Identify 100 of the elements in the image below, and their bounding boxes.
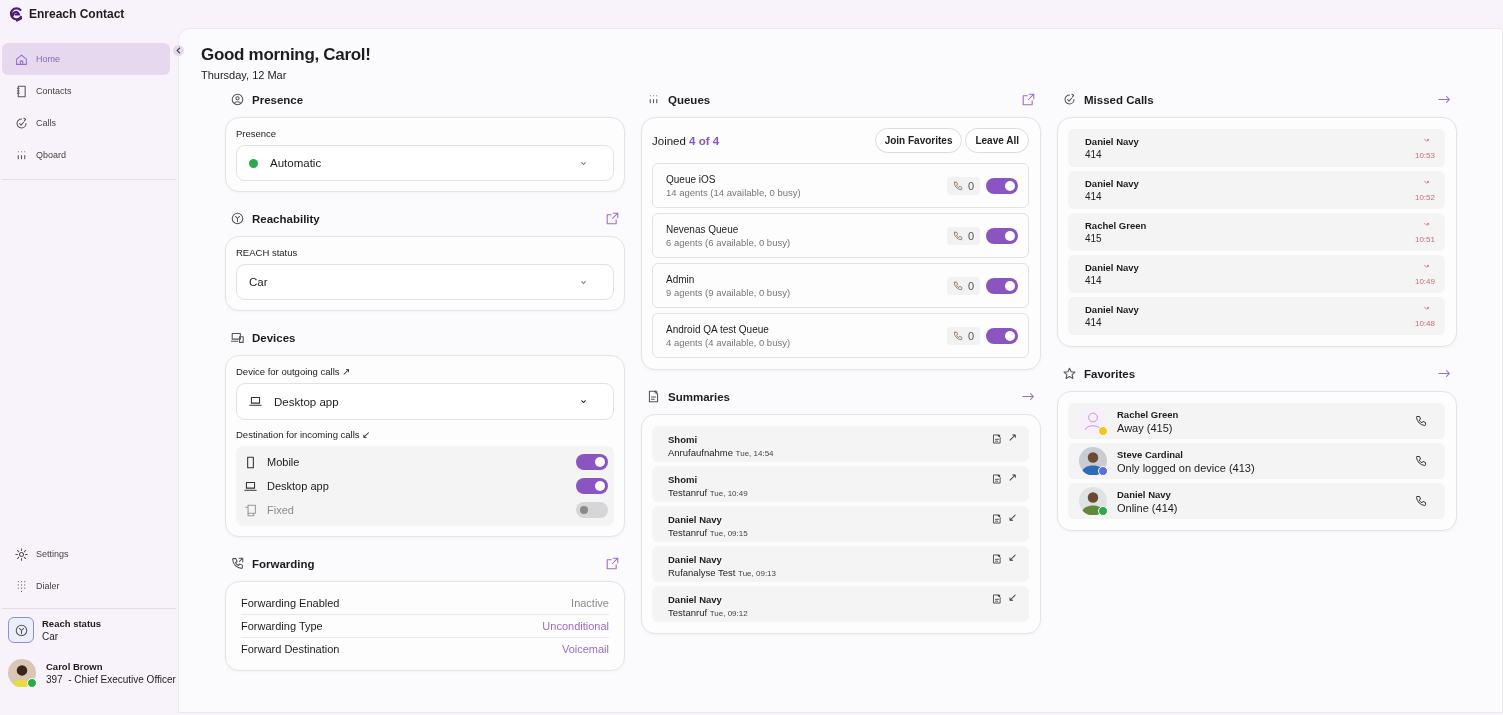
missed-call-row[interactable]: Daniel Navy 414 10:48 xyxy=(1068,297,1445,335)
caller-number: 414 xyxy=(1085,191,1103,202)
missed-call-icon xyxy=(1423,220,1432,229)
queue-agents: 6 agents (6 available, 0 busy) xyxy=(666,236,791,248)
caller-name: Daniel Navy xyxy=(1085,178,1139,189)
summary-name: Daniel Navy xyxy=(668,513,723,525)
summary-row[interactable]: Shomi Testanruf Tue, 10:49 ↗ xyxy=(652,466,1029,502)
collapse-button[interactable] xyxy=(173,45,184,56)
favorite-row[interactable]: Daniel Navy Online (414) xyxy=(1068,483,1445,519)
nav-item[interactable]: Qboard xyxy=(2,139,170,171)
document-icon xyxy=(992,474,1002,484)
summary-subject: Testanruf xyxy=(668,526,708,538)
queue-action-button[interactable]: Join Favorites xyxy=(874,128,963,153)
setting-value: Unconditional xyxy=(542,620,609,632)
setting-label: Forwarding Enabled xyxy=(241,597,340,609)
summary-name: Shomi xyxy=(668,433,699,445)
section-title: Reachability xyxy=(252,212,320,225)
mobile-phone-icon xyxy=(244,455,257,469)
nav-item[interactable]: Settings xyxy=(2,538,170,570)
external-link-icon[interactable] xyxy=(606,557,619,570)
contact-name: Daniel Navy xyxy=(1117,488,1172,500)
arrow-right-icon[interactable] xyxy=(1438,93,1451,106)
calls-icon xyxy=(15,116,28,130)
contact-name: Rachel Green xyxy=(1117,408,1179,420)
user-detail: 397 - Chief Executive Officer xyxy=(46,674,176,685)
document-icon xyxy=(992,594,1002,604)
setting-label: Forwarding Type xyxy=(241,620,323,632)
nav-item[interactable]: Calls xyxy=(2,107,170,139)
nav-item[interactable]: Dialer xyxy=(2,570,170,602)
person-icon xyxy=(231,93,244,106)
section-title: Queues xyxy=(668,93,711,106)
presence-dropdown[interactable]: Automatic xyxy=(236,145,614,181)
section-title: Presence xyxy=(252,93,304,106)
external-link-icon[interactable] xyxy=(606,212,619,225)
toggle-switch[interactable] xyxy=(576,478,608,494)
setting-label: Forward Destination xyxy=(241,643,340,655)
direction-arrow: ↙ xyxy=(1008,511,1017,524)
toggle-switch[interactable] xyxy=(986,177,1018,194)
summary-row[interactable]: Daniel Navy Rufanalyse Test Tue, 09:13 ↙ xyxy=(652,546,1029,582)
missed-call-icon xyxy=(1423,262,1432,271)
star-icon xyxy=(1063,367,1076,380)
missed-call-row[interactable]: Daniel Navy 414 10:49 xyxy=(1068,255,1445,293)
missed-call-row[interactable]: Rachel Green 415 10:51 xyxy=(1068,213,1445,251)
user-name: Carol Brown xyxy=(46,661,104,672)
document-icon xyxy=(992,554,1002,564)
phone-icon[interactable] xyxy=(1415,495,1427,507)
device-dropdown[interactable]: Desktop app xyxy=(236,383,614,420)
arrow-right-icon[interactable] xyxy=(1022,390,1035,403)
caller-number: 414 xyxy=(1085,317,1103,328)
arrow-right-icon[interactable] xyxy=(1438,367,1451,380)
document-icon xyxy=(992,514,1002,524)
missed-call-icon xyxy=(1423,136,1432,145)
nav-item[interactable]: Contacts xyxy=(2,75,170,107)
laptop-icon xyxy=(249,395,262,408)
missed-call-row[interactable]: Daniel Navy 414 10:53 xyxy=(1068,129,1445,167)
reach-status-button[interactable] xyxy=(8,617,34,643)
caller-name: Daniel Navy xyxy=(1085,136,1139,147)
call-time: 10:49 xyxy=(1414,277,1435,286)
phone-icon xyxy=(952,280,963,291)
external-link-icon[interactable] xyxy=(1022,93,1035,106)
nav-item[interactable]: Home xyxy=(2,43,170,75)
toggle-switch[interactable] xyxy=(576,454,608,470)
caller-name: Daniel Navy xyxy=(1085,262,1139,273)
reach-icon xyxy=(231,212,244,225)
field-label: Destination for incoming calls ↙ xyxy=(236,429,372,440)
devices-icon xyxy=(231,331,244,344)
toggle-switch[interactable] xyxy=(986,277,1018,294)
phone-icon[interactable] xyxy=(1415,415,1427,427)
joined-count: Joined 4 of 4 xyxy=(652,134,720,147)
desk-phone-icon xyxy=(244,503,257,517)
toggle-switch[interactable] xyxy=(986,227,1018,244)
call-time: 10:52 xyxy=(1414,193,1435,202)
call-time: 10:53 xyxy=(1414,151,1435,160)
summary-time: Tue, 14:54 xyxy=(735,448,774,458)
summary-subject: Testanruf xyxy=(668,486,708,498)
field-label: Presence xyxy=(236,128,278,139)
reach-status-label: Reach status xyxy=(42,618,102,629)
document-icon xyxy=(992,434,1002,444)
summary-row[interactable]: Daniel Navy Testanruf Tue, 09:15 ↙ xyxy=(652,506,1029,542)
favorite-row[interactable]: Steve Cardinal Only logged on device (413) xyxy=(1068,443,1445,479)
favorite-row[interactable]: Rachel Green Away (415) xyxy=(1068,403,1445,439)
reach-status-dropdown[interactable]: Car xyxy=(236,264,614,300)
summary-row[interactable]: Daniel Navy Testanruf Tue, 09:12 ↙ xyxy=(652,586,1029,622)
queue-action-button[interactable]: Leave All xyxy=(965,128,1029,153)
setting-value: Voicemail xyxy=(561,643,609,655)
missed-call-row[interactable]: Daniel Navy 414 10:52 xyxy=(1068,171,1445,209)
summary-name: Daniel Navy xyxy=(668,553,723,565)
phone-icon[interactable] xyxy=(1415,455,1427,467)
date: Thursday, 12 Mar xyxy=(201,69,288,81)
contact-name: Steve Cardinal xyxy=(1117,448,1184,460)
toggle-switch[interactable] xyxy=(986,327,1018,344)
queue-name: Nevenas Queue xyxy=(666,223,740,235)
book-icon xyxy=(15,84,28,98)
summary-time: Tue, 09:12 xyxy=(709,608,748,618)
field-label: REACH status xyxy=(236,247,299,258)
direction-arrow: ↙ xyxy=(1008,551,1017,564)
caller-number: 414 xyxy=(1085,149,1103,160)
section-title: Devices xyxy=(252,331,296,344)
summary-row[interactable]: Shomi Anrufaufnahme Tue, 14:54 ↗ xyxy=(652,426,1029,462)
queue-name: Android QA test Queue xyxy=(666,323,770,335)
